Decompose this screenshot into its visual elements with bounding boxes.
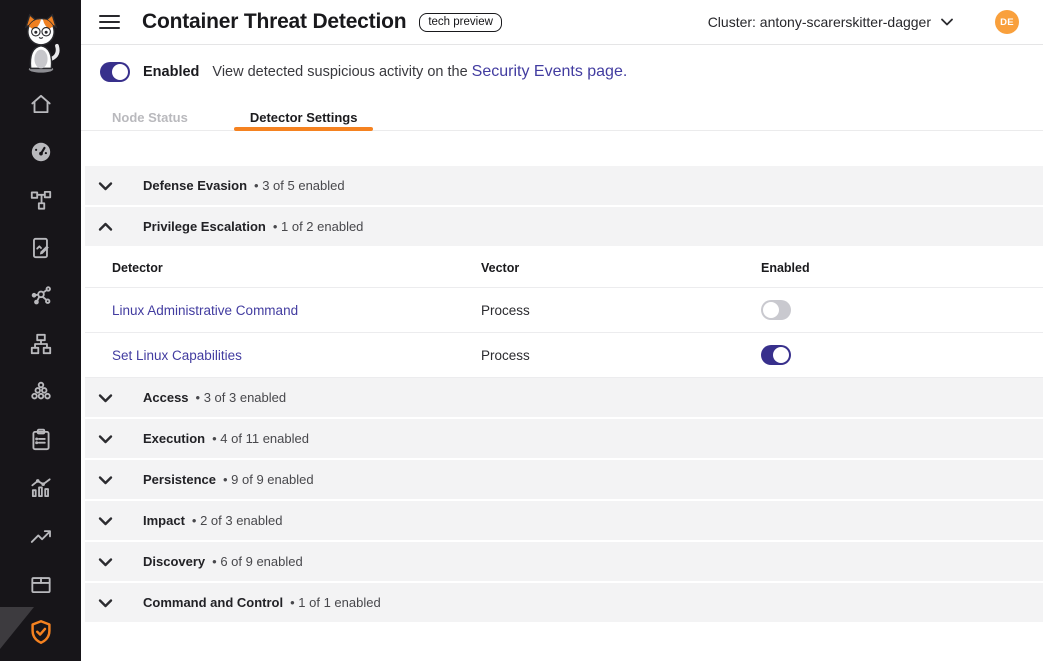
tab-node-status[interactable]: Node Status bbox=[96, 105, 204, 130]
detector-table: DetectorVectorEnabledLinux Administrativ… bbox=[85, 248, 1043, 378]
detector-table-header: DetectorVectorEnabled bbox=[85, 248, 1043, 288]
home-icon bbox=[28, 91, 54, 117]
top-bar: Container Threat Detection tech preview … bbox=[81, 0, 1043, 45]
cat-mascot-logo bbox=[18, 6, 64, 80]
detector-link[interactable]: Set Linux Capabilities bbox=[112, 348, 481, 363]
category-name: Access bbox=[143, 390, 189, 405]
tech-preview-badge: tech preview bbox=[419, 13, 502, 32]
sidebar-item-reports[interactable] bbox=[0, 224, 81, 272]
tab-detector-settings[interactable]: Detector Settings bbox=[234, 105, 374, 130]
category-enabled-count: • 3 of 5 enabled bbox=[254, 178, 345, 193]
chevron-down-icon bbox=[98, 516, 113, 526]
category-enabled-count: • 1 of 1 enabled bbox=[290, 595, 381, 610]
column-header: Detector bbox=[112, 261, 481, 275]
chevron-down-icon bbox=[98, 393, 113, 403]
category-name: Persistence bbox=[143, 472, 216, 487]
category-row-persistence[interactable]: Persistence • 9 of 9 enabled bbox=[85, 460, 1043, 499]
category-enabled-count: • 2 of 3 enabled bbox=[192, 513, 283, 528]
category-row-defense-evasion[interactable]: Defense Evasion • 3 of 5 enabled bbox=[85, 166, 1043, 205]
main-panel: Container Threat Detection tech preview … bbox=[81, 0, 1043, 661]
category-row-command-and-control[interactable]: Command and Control • 1 of 1 enabled bbox=[85, 583, 1043, 622]
enable-description: View detected suspicious activity on the bbox=[212, 64, 467, 80]
trend-arrow-icon bbox=[28, 523, 54, 549]
sidebar bbox=[0, 0, 81, 661]
package-box-icon bbox=[28, 571, 54, 597]
sidebar-item-compliance[interactable] bbox=[0, 416, 81, 464]
detector-toggle[interactable] bbox=[761, 300, 791, 320]
category-name: Command and Control bbox=[143, 595, 283, 610]
chevron-down-icon bbox=[98, 557, 113, 567]
tab-bar: Node Status Detector Settings bbox=[81, 105, 1043, 131]
category-name: Defense Evasion bbox=[143, 178, 247, 193]
security-shield-icon bbox=[27, 618, 55, 646]
detector-category-list: Defense Evasion • 3 of 5 enabled Privilege… bbox=[85, 166, 1043, 622]
detector-toggle[interactable] bbox=[761, 345, 791, 365]
column-header: Enabled bbox=[761, 261, 1043, 275]
cluster-selector-label: Cluster: antony-scarerskitter-dagger bbox=[708, 14, 931, 30]
sidebar-item-topology[interactable] bbox=[0, 176, 81, 224]
column-header: Vector bbox=[481, 261, 761, 275]
detector-vector: Process bbox=[481, 348, 761, 363]
category-row-impact[interactable]: Impact • 2 of 3 enabled bbox=[85, 501, 1043, 540]
chevron-down-icon bbox=[98, 598, 113, 608]
detector-row: Linux Administrative CommandProcess bbox=[85, 288, 1043, 333]
sidebar-item-home[interactable] bbox=[0, 80, 81, 128]
sidebar-item-packages[interactable] bbox=[0, 560, 81, 608]
sidebar-item-dashboard[interactable] bbox=[0, 128, 81, 176]
dashboard-gauge-icon bbox=[28, 139, 54, 165]
chevron-down-icon bbox=[98, 181, 113, 191]
category-enabled-count: • 6 of 9 enabled bbox=[212, 554, 303, 569]
enabled-toggle[interactable] bbox=[100, 62, 130, 82]
sidebar-item-trends[interactable] bbox=[0, 512, 81, 560]
security-events-link[interactable]: Security Events page. bbox=[472, 63, 628, 81]
category-enabled-count: • 4 of 11 enabled bbox=[212, 431, 309, 446]
metrics-chart-icon bbox=[28, 475, 54, 501]
chevron-down-icon bbox=[941, 18, 953, 26]
cluster-icon bbox=[28, 379, 54, 405]
page-title: Container Threat Detection bbox=[142, 10, 406, 34]
connections-icon bbox=[28, 283, 54, 309]
clipboard-icon bbox=[28, 427, 54, 453]
category-enabled-count: • 1 of 2 enabled bbox=[273, 219, 364, 234]
sidebar-item-clusters[interactable] bbox=[0, 368, 81, 416]
menu-hamburger-icon[interactable] bbox=[99, 11, 120, 33]
sitemap-icon bbox=[28, 331, 54, 357]
report-icon bbox=[28, 235, 54, 261]
enable-bar: Enabled View detected suspicious activit… bbox=[81, 45, 1043, 82]
category-row-access[interactable]: Access • 3 of 3 enabled bbox=[85, 378, 1043, 417]
enabled-label: Enabled bbox=[143, 64, 199, 80]
category-name: Privilege Escalation bbox=[143, 219, 266, 234]
category-row-execution[interactable]: Execution • 4 of 11 enabled bbox=[85, 419, 1043, 458]
chevron-down-icon bbox=[98, 475, 113, 485]
detector-vector: Process bbox=[481, 303, 761, 318]
category-row-discovery[interactable]: Discovery • 6 of 9 enabled bbox=[85, 542, 1043, 581]
detector-link[interactable]: Linux Administrative Command bbox=[112, 303, 481, 318]
user-avatar[interactable]: DE bbox=[995, 10, 1019, 34]
chevron-up-icon bbox=[98, 222, 113, 232]
category-enabled-count: • 3 of 3 enabled bbox=[196, 390, 287, 405]
category-name: Discovery bbox=[143, 554, 205, 569]
sidebar-item-network[interactable] bbox=[0, 320, 81, 368]
topology-icon bbox=[28, 187, 54, 213]
category-name: Impact bbox=[143, 513, 185, 528]
cluster-selector[interactable]: Cluster: antony-scarerskitter-dagger bbox=[708, 14, 953, 30]
category-enabled-count: • 9 of 9 enabled bbox=[223, 472, 314, 487]
sidebar-item-connections[interactable] bbox=[0, 272, 81, 320]
detector-row: Set Linux CapabilitiesProcess bbox=[85, 333, 1043, 378]
sidebar-item-metrics[interactable] bbox=[0, 464, 81, 512]
category-row-privilege-escalation[interactable]: Privilege Escalation • 1 of 2 enabled bbox=[85, 207, 1043, 246]
category-name: Execution bbox=[143, 431, 205, 446]
chevron-down-icon bbox=[98, 434, 113, 444]
